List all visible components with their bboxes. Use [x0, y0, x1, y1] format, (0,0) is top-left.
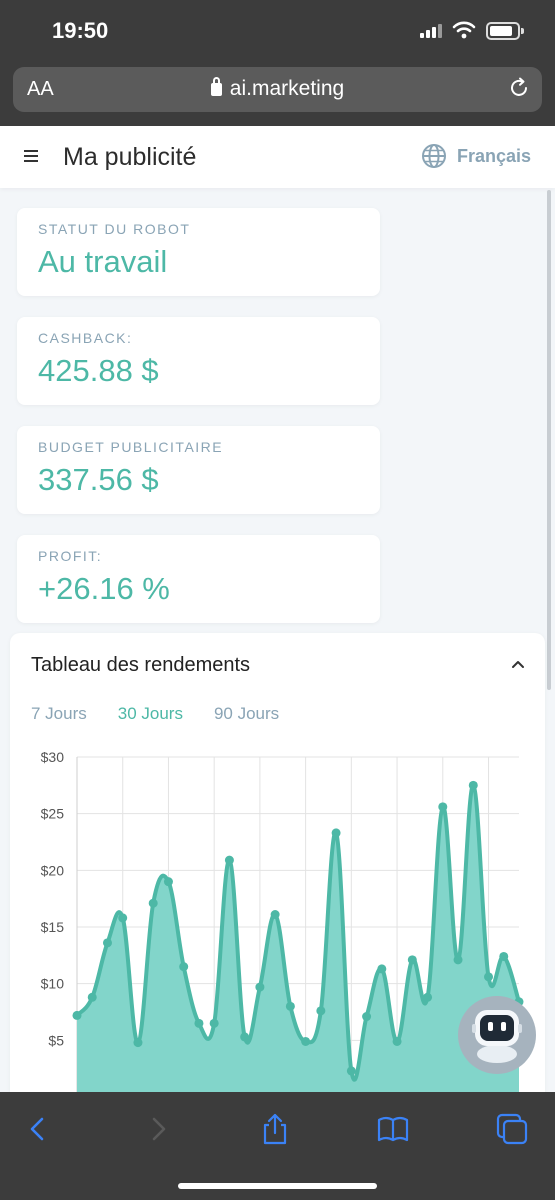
chart-card-title: Tableau des rendements [31, 654, 251, 676]
cellular-signal-icon [420, 24, 444, 38]
data-point [423, 992, 433, 1002]
data-point [255, 982, 265, 992]
back-icon[interactable] [21, 1112, 55, 1146]
app-header: Ma publicité Français [0, 126, 555, 188]
y-tick-label: $10 [41, 976, 65, 992]
tab-30-days[interactable]: 30 Jours [118, 704, 183, 724]
data-point [270, 910, 280, 920]
data-point [438, 802, 448, 812]
y-tick-label: $25 [41, 806, 65, 822]
profit-card: PROFIT: +26.16 % [17, 535, 380, 623]
data-point [362, 1012, 372, 1022]
reload-icon[interactable] [508, 77, 530, 99]
data-point [224, 855, 234, 865]
stat-value: 337.56 $ [38, 462, 159, 497]
share-icon[interactable] [258, 1112, 292, 1146]
data-point [163, 877, 173, 887]
data-point [331, 828, 341, 838]
stat-value: 425.88 $ [38, 353, 159, 388]
stat-value: +26.16 % [38, 571, 170, 606]
data-point [301, 1036, 311, 1046]
data-point [102, 938, 112, 948]
cashback-card: CASHBACK: 425.88 $ [17, 317, 380, 405]
tab-7-days[interactable]: 7 Jours [31, 704, 87, 724]
robot-icon [472, 1010, 522, 1063]
data-point [316, 1006, 326, 1016]
robot-status-card: STATUT DU ROBOT Au travail [17, 208, 380, 296]
stat-value: Au travail [38, 244, 168, 279]
data-point [407, 955, 417, 965]
data-point [499, 951, 509, 961]
data-point [179, 962, 189, 972]
y-tick-label: $5 [48, 1032, 64, 1048]
wifi-icon [452, 21, 476, 39]
tab-90-days[interactable]: 90 Jours [214, 704, 279, 724]
url-text: ai.marketing [229, 77, 345, 100]
data-point [118, 913, 128, 923]
data-point [484, 972, 494, 982]
data-point [87, 992, 97, 1002]
ad-budget-card: BUDGET PUBLICITAIRE 337.56 $ [17, 426, 380, 514]
status-time: 19:50 [52, 18, 109, 43]
bookmarks-icon[interactable] [376, 1112, 410, 1146]
url-display[interactable]: ai.marketing [13, 77, 542, 101]
robot-assistant-button[interactable] [458, 996, 536, 1074]
hamburger-icon[interactable] [24, 150, 38, 162]
data-point [148, 898, 158, 908]
page-scrollbar[interactable] [547, 190, 551, 690]
stat-label: STATUT DU ROBOT [38, 221, 191, 237]
data-point [377, 964, 387, 974]
tabs-icon[interactable] [495, 1112, 529, 1146]
data-point [209, 1018, 219, 1028]
data-point [133, 1038, 143, 1048]
data-point [346, 1066, 356, 1076]
globe-icon [421, 144, 446, 168]
y-tick-label: $20 [41, 862, 65, 878]
data-point [72, 1010, 82, 1020]
language-label: Français [456, 145, 531, 166]
stat-label: BUDGET PUBLICITAIRE [38, 439, 224, 455]
stat-label: CASHBACK: [38, 330, 133, 346]
battery-icon [486, 22, 524, 40]
data-point [240, 1032, 250, 1042]
y-tick-label: $30 [41, 749, 65, 765]
period-tabs: 7 Jours 30 Jours 90 Jours [31, 704, 310, 724]
y-tick-label: $15 [41, 919, 65, 935]
home-indicator [178, 1183, 377, 1189]
chevron-up-icon[interactable] [511, 658, 525, 670]
data-point [194, 1018, 204, 1028]
data-point [285, 1001, 295, 1011]
forward-icon[interactable] [141, 1112, 175, 1146]
language-selector[interactable]: Français [421, 143, 531, 169]
page-title: Ma publicité [63, 143, 197, 171]
data-point [453, 955, 463, 965]
lock-icon [210, 77, 222, 96]
ios-status-area: 19:50 AA ai.marketing [0, 0, 555, 126]
address-bar[interactable]: AA ai.marketing [13, 67, 542, 112]
stat-label: PROFIT: [38, 548, 103, 564]
data-point [392, 1036, 402, 1046]
data-point [468, 780, 478, 790]
